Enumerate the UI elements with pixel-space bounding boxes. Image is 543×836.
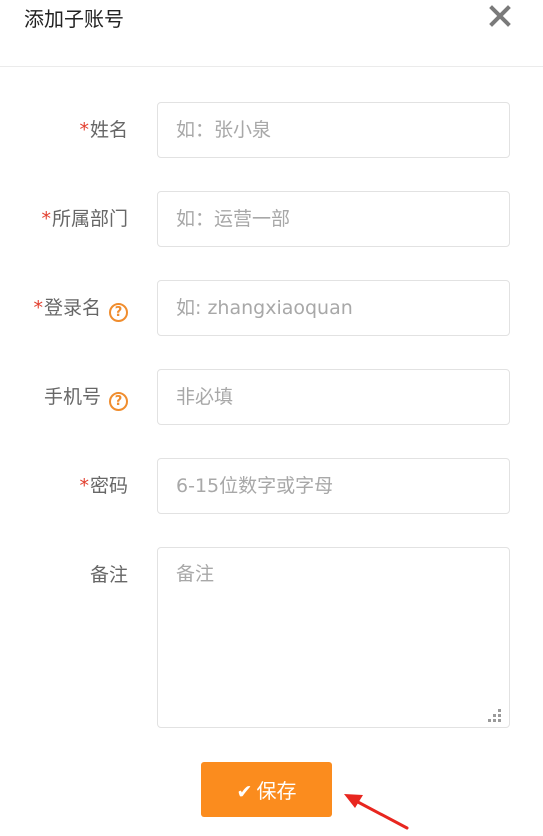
annotation-arrow-icon [344, 794, 409, 830]
required-mark: * [79, 475, 89, 497]
login-name-label: *登录名? [33, 280, 128, 336]
dialog-header: 添加子账号 [0, 0, 543, 67]
department-label-text: 所属部门 [51, 208, 128, 230]
phone-label: 手机号? [44, 369, 128, 425]
password-label: *密码 [79, 458, 128, 514]
resize-grip-icon[interactable] [486, 707, 504, 723]
phone-label-text: 手机号 [43, 386, 101, 408]
remark-label-text: 备注 [89, 564, 128, 586]
save-button[interactable]: ✔ 保存 [201, 762, 332, 817]
department-label: *所属部门 [41, 191, 128, 247]
password-label-text: 密码 [89, 475, 128, 497]
save-button-label: 保存 [256, 779, 297, 803]
close-icon[interactable] [489, 5, 511, 27]
name-label-text: 姓名 [89, 119, 128, 141]
required-mark: * [33, 297, 43, 319]
required-mark: * [41, 208, 51, 230]
phone-input[interactable] [157, 369, 510, 425]
name-input[interactable] [157, 102, 510, 158]
required-mark: * [79, 119, 89, 141]
remark-label: 备注 [90, 547, 128, 603]
login-name-input[interactable] [157, 280, 510, 336]
login-name-label-text: 登录名 [43, 297, 101, 319]
help-icon[interactable]: ? [109, 303, 128, 322]
password-input[interactable] [157, 458, 510, 514]
check-icon: ✔ [236, 781, 253, 803]
department-input[interactable] [157, 191, 510, 247]
dialog-title: 添加子账号 [24, 7, 124, 31]
remark-textarea[interactable] [157, 547, 510, 728]
help-icon[interactable]: ? [109, 392, 128, 411]
name-label: *姓名 [79, 102, 128, 158]
